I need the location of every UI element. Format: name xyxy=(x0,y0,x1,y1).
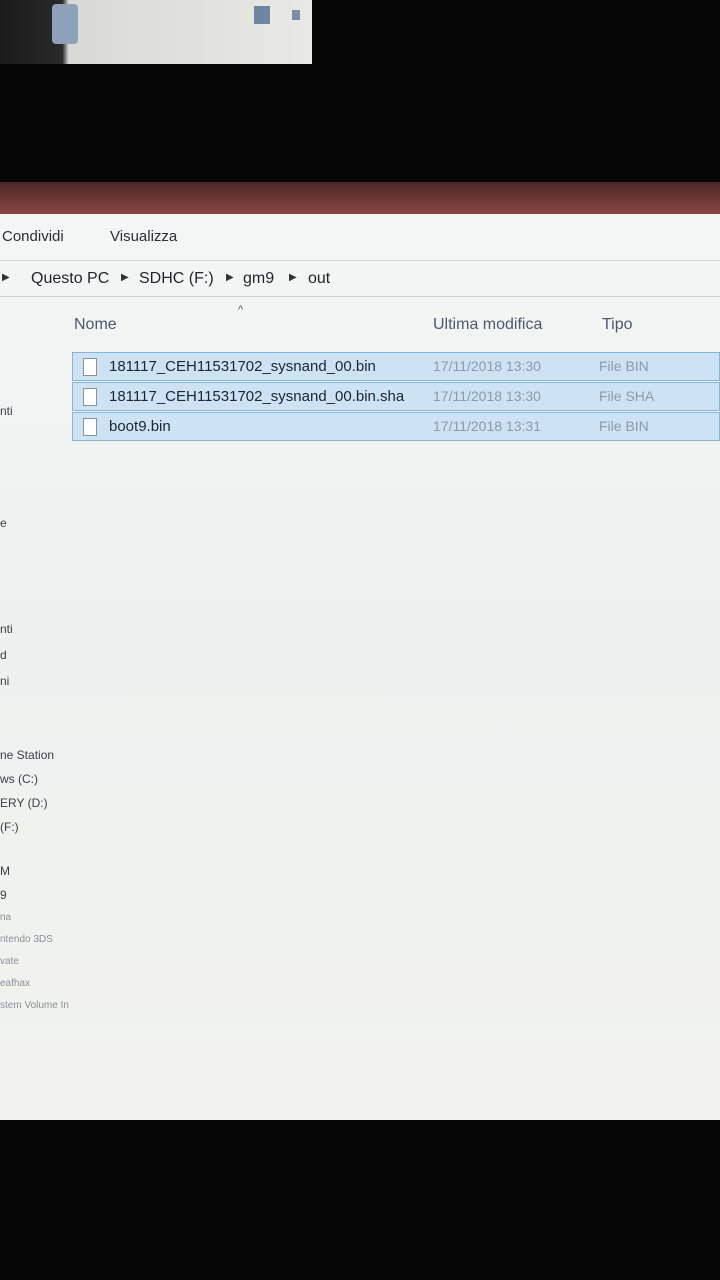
chevron-right-icon[interactable]: ▶ xyxy=(121,272,129,283)
file-modified: 17/11/2018 13:30 xyxy=(433,388,541,404)
photo-object xyxy=(292,10,300,20)
file-name: boot9.bin xyxy=(109,418,171,435)
ribbon-tabs: Condividi Visualizza xyxy=(0,214,720,261)
file-type: File BIN xyxy=(599,418,649,434)
address-bar[interactable]: ▶ Questo PC ▶ SDHC (F:) ▶ gm9 ▶ out xyxy=(0,262,720,297)
breadcrumb-this-pc[interactable]: Questo PC xyxy=(31,270,109,288)
nav-item[interactable]: na xyxy=(0,912,11,923)
background-photo-strip xyxy=(0,0,312,64)
nav-item[interactable]: nti xyxy=(0,622,13,636)
nav-item[interactable]: e xyxy=(0,516,7,530)
column-header-name[interactable]: Nome xyxy=(74,316,117,334)
chevron-right-icon[interactable]: ▶ xyxy=(289,272,297,283)
nav-item[interactable]: 9 xyxy=(0,888,7,902)
file-type: File BIN xyxy=(599,358,649,374)
file-icon xyxy=(83,418,97,436)
breadcrumb-out[interactable]: out xyxy=(308,270,330,288)
nav-item[interactable]: eafhax xyxy=(0,978,30,989)
nav-item[interactable]: vate xyxy=(0,956,19,967)
tab-view[interactable]: Visualizza xyxy=(110,228,177,245)
breadcrumb-gm9[interactable]: gm9 xyxy=(243,270,274,288)
nav-item[interactable]: nti xyxy=(0,404,13,418)
file-name: 181117_CEH11531702_sysnand_00.bin.sha xyxy=(109,388,405,405)
file-type: File SHA xyxy=(599,388,655,404)
file-icon xyxy=(83,388,97,406)
file-row[interactable]: 181117_CEH11531702_sysnand_00.bin.sha 17… xyxy=(72,382,720,411)
nav-item-drive-f[interactable]: (F:) xyxy=(0,820,19,834)
nav-item[interactable]: stem Volume In xyxy=(0,1000,69,1011)
nav-item[interactable]: ni xyxy=(0,674,9,688)
photo-object xyxy=(52,4,78,44)
nav-item-drive-d[interactable]: ERY (D:) xyxy=(0,796,48,810)
column-header-type[interactable]: Tipo xyxy=(602,316,633,334)
file-row[interactable]: 181117_CEH11531702_sysnand_00.bin 17/11/… xyxy=(72,352,720,381)
nav-item-drive-c[interactable]: ws (C:) xyxy=(0,772,38,786)
monitor-bezel-top xyxy=(0,182,720,216)
tab-share[interactable]: Condividi xyxy=(2,228,64,245)
file-modified: 17/11/2018 13:30 xyxy=(433,358,541,374)
photo-object xyxy=(254,6,270,24)
nav-item[interactable]: d xyxy=(0,648,7,662)
file-row[interactable]: boot9.bin 17/11/2018 13:31 File BIN xyxy=(72,412,720,441)
breadcrumb-sdhc[interactable]: SDHC (F:) xyxy=(139,270,214,288)
nav-item[interactable]: ne Station xyxy=(0,748,54,762)
file-explorer-window: Condividi Visualizza ▶ Questo PC ▶ SDHC … xyxy=(0,214,720,1120)
monitor-bezel-bottom xyxy=(0,1120,720,1280)
chevron-right-icon[interactable]: ▶ xyxy=(2,272,10,283)
file-list: 181117_CEH11531702_sysnand_00.bin 17/11/… xyxy=(72,352,720,442)
file-icon xyxy=(83,358,97,376)
nav-item[interactable]: ntendo 3DS xyxy=(0,934,53,945)
column-header-modified[interactable]: Ultima modifica xyxy=(433,316,542,334)
chevron-right-icon[interactable]: ▶ xyxy=(226,272,234,283)
sort-ascending-icon: ^ xyxy=(238,304,244,316)
nav-item[interactable]: M xyxy=(0,864,10,878)
file-name: 181117_CEH11531702_sysnand_00.bin xyxy=(109,358,376,375)
file-modified: 17/11/2018 13:31 xyxy=(433,418,541,434)
